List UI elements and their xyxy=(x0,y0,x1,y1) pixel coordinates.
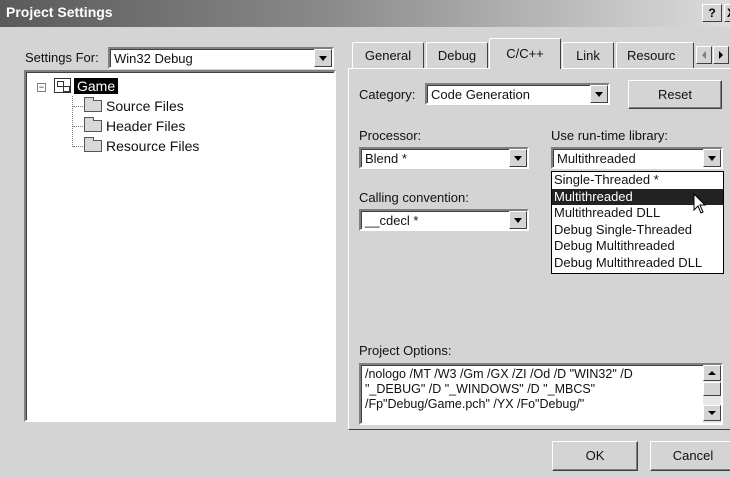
runtime-option[interactable]: Single-Threaded * xyxy=(552,172,723,189)
project-options-line: /Fp"Debug/Game.pch" /YX /Fo"Debug/" xyxy=(365,397,585,411)
scroll-thumb[interactable] xyxy=(703,382,721,396)
tree-item-header-files[interactable]: Header Files xyxy=(84,117,186,134)
tree-item-label: Header Files xyxy=(106,118,186,134)
settings-for-label: Settings For: xyxy=(25,50,99,65)
window-title: Project Settings xyxy=(6,4,113,20)
tree-item-game[interactable]: Game xyxy=(54,78,119,94)
tab-scroll-left-icon[interactable] xyxy=(696,46,712,64)
project-options-line: /nologo /MT /W3 /Gm /GX /ZI /Od /D "WIN3… xyxy=(365,367,633,381)
close-button[interactable]: X xyxy=(724,4,730,22)
folder-icon xyxy=(84,137,102,152)
chevron-down-icon[interactable] xyxy=(509,149,527,167)
tab-scroll-right-icon[interactable] xyxy=(713,46,729,64)
processor-value: Blend * xyxy=(365,151,407,166)
project-options-label: Project Options: xyxy=(359,343,452,358)
category-label: Category: xyxy=(359,87,416,102)
project-icon xyxy=(54,78,71,93)
help-button[interactable]: ? xyxy=(702,4,722,22)
project-options-text[interactable]: /nologo /MT /W3 /Gm /GX /ZI /Od /D "WIN3… xyxy=(359,363,723,425)
folder-icon xyxy=(84,117,102,132)
folder-icon xyxy=(84,97,102,112)
tree-line xyxy=(72,96,73,147)
chevron-down-icon[interactable] xyxy=(314,49,332,67)
cancel-button[interactable]: Cancel xyxy=(650,441,730,471)
project-tree[interactable]: − Game Source Files Header Files Resourc… xyxy=(24,70,336,422)
calling-convention-label: Calling convention: xyxy=(359,190,469,205)
tab-general[interactable]: General xyxy=(352,42,424,68)
reset-button[interactable]: Reset xyxy=(628,80,722,109)
title-bar: Project Settings xyxy=(0,0,730,27)
tree-item-label: Game xyxy=(74,78,119,94)
tree-item-resource-files[interactable]: Resource Files xyxy=(84,137,200,154)
vertical-scrollbar[interactable] xyxy=(703,365,721,423)
collapse-icon[interactable]: − xyxy=(37,83,46,92)
tree-line xyxy=(73,146,83,147)
settings-for-combo[interactable]: Win32 Debug xyxy=(108,47,334,69)
runtime-option[interactable]: Debug Single-Threaded xyxy=(552,222,723,239)
scroll-up-icon[interactable] xyxy=(703,365,721,381)
tree-line xyxy=(73,106,83,107)
runtime-combo[interactable]: Multithreaded xyxy=(551,147,723,169)
tab-link[interactable]: Link xyxy=(562,42,614,68)
tree-item-label: Source Files xyxy=(106,98,184,114)
chevron-down-icon[interactable] xyxy=(703,149,721,167)
category-value: Code Generation xyxy=(431,87,531,102)
calling-convention-combo[interactable]: __cdecl * xyxy=(359,209,529,231)
chevron-down-icon[interactable] xyxy=(590,85,608,103)
ok-button[interactable]: OK xyxy=(552,441,638,471)
category-combo[interactable]: Code Generation xyxy=(425,83,610,105)
runtime-dropdown-list[interactable]: Single-Threaded * Multithreaded Multithr… xyxy=(551,171,724,274)
calling-convention-value: __cdecl * xyxy=(365,213,419,228)
tab-debug[interactable]: Debug xyxy=(426,42,488,68)
chevron-down-icon[interactable] xyxy=(509,211,527,229)
tree-line xyxy=(73,126,83,127)
processor-combo[interactable]: Blend * xyxy=(359,147,529,169)
runtime-option[interactable]: Debug Multithreaded DLL xyxy=(552,255,723,272)
tab-resources[interactable]: Resourc xyxy=(616,42,694,68)
tree-item-source-files[interactable]: Source Files xyxy=(84,97,184,114)
mouse-cursor-icon xyxy=(693,193,707,214)
runtime-label: Use run-time library: xyxy=(551,128,669,143)
runtime-value: Multithreaded xyxy=(557,151,636,166)
settings-for-value: Win32 Debug xyxy=(114,51,193,66)
processor-label: Processor: xyxy=(359,128,422,143)
tab-cpp[interactable]: C/C++ xyxy=(489,38,561,69)
project-options-line: "_DEBUG" /D "_WINDOWS" /D "_MBCS" xyxy=(365,382,596,396)
tree-item-label: Resource Files xyxy=(106,138,200,154)
runtime-option[interactable]: Debug Multithreaded xyxy=(552,238,723,255)
scroll-down-icon[interactable] xyxy=(703,405,721,421)
